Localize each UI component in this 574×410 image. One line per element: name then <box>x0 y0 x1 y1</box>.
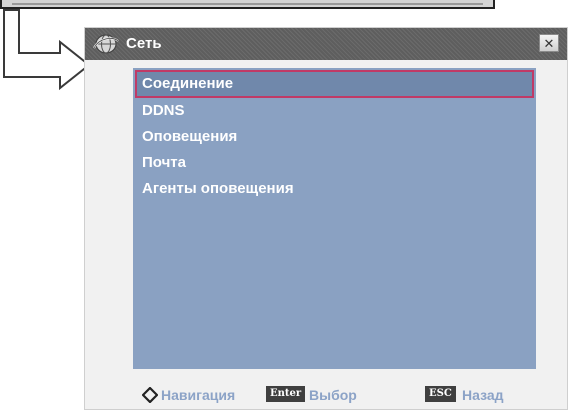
close-icon: ✕ <box>543 35 555 51</box>
menu-item-label: Оповещения <box>142 128 238 145</box>
globe-network-icon <box>93 34 119 54</box>
navigation-hint-label: Навигация <box>161 387 236 403</box>
network-window: Сеть ✕ Соединение DDNS Оповещения Почта … <box>84 27 568 410</box>
back-hint-label: Назад <box>462 387 504 403</box>
menu-item-label: Почта <box>142 154 186 171</box>
menu-item-ddns[interactable]: DDNS <box>135 98 536 124</box>
navigation-arrows-icon <box>142 387 158 403</box>
menu-item-notification-agents[interactable]: Агенты оповещения <box>135 176 536 202</box>
esc-key-badge: ESC <box>425 386 456 402</box>
close-button[interactable]: ✕ <box>539 34 559 52</box>
menu-panel: Соединение DDNS Оповещения Почта Агенты … <box>133 68 536 369</box>
footer-hints: Навигация Enter Выбор ESC Назад <box>85 384 567 406</box>
window-titlebar: Сеть ✕ <box>85 28 567 60</box>
menu-item-label: DDNS <box>142 102 185 119</box>
window-title: Сеть <box>126 35 162 52</box>
menu-item-label: Агенты оповещения <box>142 180 294 197</box>
menu-item-mail[interactable]: Почта <box>135 150 536 176</box>
menu-item-connection[interactable]: Соединение <box>135 70 534 98</box>
menu-item-notifications[interactable]: Оповещения <box>135 124 536 150</box>
menu-item-label: Соединение <box>142 75 234 92</box>
bent-arrow-icon <box>3 9 91 91</box>
select-hint-label: Выбор <box>309 387 357 403</box>
enter-key-badge: Enter <box>266 386 306 402</box>
